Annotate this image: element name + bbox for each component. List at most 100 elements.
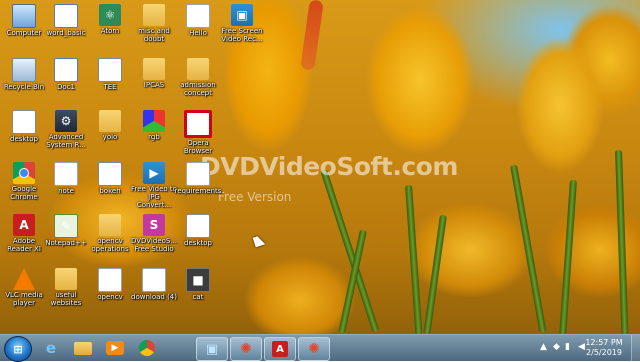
media-player-taskbar-button[interactable]: ▶ <box>100 337 130 359</box>
mouse-cursor-icon <box>252 234 266 248</box>
chrome-icon <box>13 162 35 184</box>
desktop-icon-note[interactable]: note <box>42 162 90 195</box>
desktop-icon-ipcas[interactable]: IPCAS <box>130 58 178 89</box>
notepad-plus-icon: ✎ <box>54 214 78 238</box>
desktop-icon-label: opencv operations <box>91 237 129 253</box>
folder-icon <box>187 58 209 80</box>
word-doc-icon: W <box>54 4 78 28</box>
chrome-icon <box>139 340 155 356</box>
explorer-taskbar-button[interactable] <box>68 337 98 359</box>
desktop-icon-adobe-reader[interactable]: A Adobe Reader XI <box>0 214 48 253</box>
ie-taskbar-button[interactable]: e <box>36 337 66 359</box>
antivirus-icon: ⚙ <box>55 110 77 132</box>
desktop-icon-opera[interactable]: Opera Browser <box>174 110 222 155</box>
desktop-icon-google-chrome[interactable]: Google Chrome <box>0 162 48 201</box>
free-studio-icon: S <box>143 214 165 236</box>
desktop-icon-label: Atom <box>100 27 120 35</box>
start-button[interactable]: ⊞ <box>4 336 32 362</box>
text-file-icon: ≡ <box>98 58 122 82</box>
desktop-icon-label: VLC media player <box>5 291 43 307</box>
desktop-icon-label: DVDVideoS... Free Studio <box>130 237 178 253</box>
desktop-icon-label: Notepad++ <box>45 239 87 247</box>
atom-icon: ⚛ <box>99 4 121 26</box>
desktop-icon-advanced-system[interactable]: ⚙ Advanced System R... <box>42 110 90 149</box>
desktop-icon-rgb[interactable]: rgb <box>130 110 178 141</box>
desktop-icon-label: opencv <box>97 293 123 301</box>
desktop-icon-label: word_basic <box>46 29 86 37</box>
clock-date: 2/5/2019 <box>586 348 622 357</box>
desktop-icon-tee[interactable]: ≡ TEE <box>86 58 134 91</box>
desktop-icon-download-4[interactable]: download (4) <box>130 268 178 301</box>
recycle-bin-icon <box>12 58 36 82</box>
word-doc-icon: W <box>54 58 78 82</box>
settings-app-taskbar-button[interactable]: ✺ <box>230 337 262 361</box>
desktop-icon-yolo[interactable]: yolo <box>86 110 134 141</box>
computer-icon <box>12 4 36 28</box>
network-icon[interactable]: ▮ <box>565 342 570 352</box>
gear-app-taskbar-button[interactable]: ✺ <box>298 337 330 361</box>
wallpaper-stem <box>559 179 577 334</box>
adobe-reader-taskbar-button[interactable]: A <box>264 337 296 361</box>
file-icon <box>186 4 210 28</box>
desktop-icon-label: cat <box>192 293 204 301</box>
pdf-icon: A <box>13 214 35 236</box>
desktop-icon-atom[interactable]: ⚛ Atom <box>86 4 134 35</box>
desktop-icon-notepad-plus[interactable]: ✎ Notepad++ <box>42 214 90 247</box>
show-desktop-button[interactable] <box>631 335 640 361</box>
opera-icon <box>184 110 212 138</box>
file-icon <box>54 162 78 186</box>
desktop-icon-label: requirements <box>174 187 222 195</box>
desktop-icon-free-studio[interactable]: S DVDVideoS... Free Studio <box>130 214 178 253</box>
tray-expand-icon[interactable]: ▲ <box>540 342 547 352</box>
desktop-icon-desktop-py[interactable]: py desktop <box>0 110 48 143</box>
desktop-icon-cat[interactable]: ■ cat <box>174 268 222 301</box>
dvdvideosoft-icon: ▣ <box>231 4 253 26</box>
desktop-icon-opencv[interactable]: opencv <box>86 268 134 301</box>
folder-icon <box>143 58 165 80</box>
desktop-icon-requirements[interactable]: requirements <box>174 162 222 195</box>
taskbar-clock[interactable]: 12:57 PM 2/5/2019 <box>580 338 628 358</box>
wallpaper-stem <box>615 149 629 334</box>
folder-icon <box>99 214 121 236</box>
screen-recorder-taskbar-button[interactable]: ▣ <box>196 337 228 361</box>
desktop-icon-label: download (4) <box>131 293 177 301</box>
desktop-icon-label: Doc1 <box>57 83 75 91</box>
desktop-icon-doc1[interactable]: W Doc1 <box>42 58 90 91</box>
clock-time: 12:57 PM <box>585 338 623 347</box>
tray-app-icon[interactable]: ◆ <box>553 342 560 352</box>
desktop-icon-label: desktop <box>10 135 38 143</box>
desktop-icon-admission-concept[interactable]: admission concept <box>174 58 222 97</box>
wallpaper-stem <box>405 184 423 334</box>
desktop-icon-vlc[interactable]: VLC media player <box>0 268 48 307</box>
pdf-icon: A <box>272 341 288 357</box>
desktop-icon-bokeh[interactable]: ▪▪ bokeh <box>86 162 134 195</box>
desktop-icon-useful-websites[interactable]: useful websites <box>42 268 90 307</box>
python-file-icon: py <box>186 214 210 238</box>
desktop-icon-misc-and-doubt[interactable]: misc and doubt <box>130 4 178 43</box>
desktop-icon-opencv-operations[interactable]: opencv operations <box>86 214 134 253</box>
desktop-icon-label: IPCAS <box>143 81 165 89</box>
desktop-icon-label: yolo <box>102 133 118 141</box>
desktop-icon-label: Recycle Bin <box>3 83 45 91</box>
gear-icon: ✺ <box>308 341 320 357</box>
image-icon <box>142 268 166 292</box>
desktop-icon-free-screen-video-recorder[interactable]: ▣ Free Screen Video Rec... <box>218 4 266 43</box>
desktop-icon-label: useful websites <box>50 291 82 307</box>
desktop-icon-label: admission concept <box>180 81 216 97</box>
desktop-icon-computer[interactable]: Computer <box>0 4 48 37</box>
desktop-icon-recycle-bin[interactable]: Recycle Bin <box>0 58 48 91</box>
desktop-icon-hello[interactable]: Hello <box>174 4 222 37</box>
desktop-background: DVDVideoSoft.com Free Version Computer R… <box>0 0 640 334</box>
desktop-icon-label: note <box>58 187 74 195</box>
desktop-icon-label: rgb <box>148 133 160 141</box>
desktop-icon-free-video-to-jpg[interactable]: ▶ Free Video to JPG Convert... <box>130 162 178 209</box>
desktop-icon-label: Advanced System R... <box>46 133 86 149</box>
chrome-taskbar-button[interactable] <box>132 337 162 359</box>
desktop-icon-label: Computer <box>6 29 42 37</box>
python-file-icon: py <box>12 110 36 134</box>
desktop-icon-word-basic[interactable]: W word_basic <box>42 4 90 37</box>
folder-icon <box>143 4 165 26</box>
desktop-icon-label: Google Chrome <box>10 185 38 201</box>
ie-icon: e <box>45 339 57 357</box>
desktop-icon-desktop-py-2[interactable]: py desktop <box>174 214 222 247</box>
